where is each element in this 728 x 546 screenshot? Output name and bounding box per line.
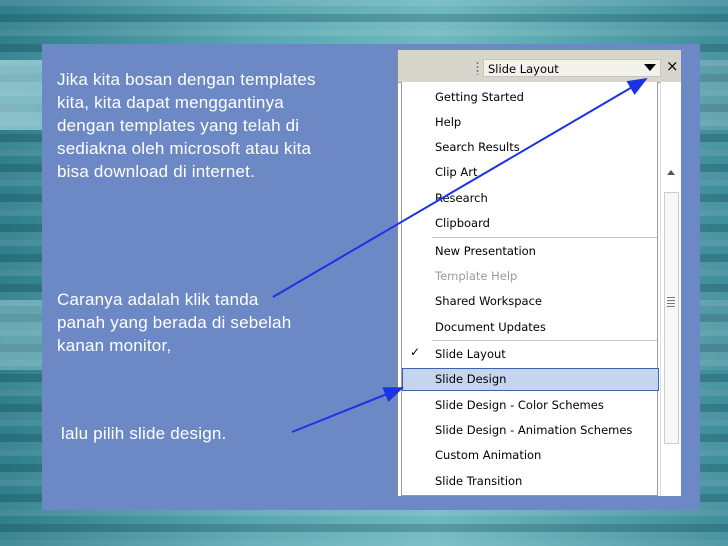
menu-item-slide-transition[interactable]: Slide Transition: [402, 470, 657, 492]
dropdown-selected-label: Slide Layout: [488, 62, 559, 76]
grip-icon: [476, 61, 479, 75]
task-pane-menu: Getting Started Help Search Results Clip…: [401, 82, 659, 496]
menu-separator: [432, 237, 657, 238]
task-pane-scrollbar[interactable]: [660, 82, 681, 496]
menu-item-help[interactable]: Help: [402, 111, 657, 133]
task-pane-dropdown[interactable]: Slide Layout: [483, 59, 661, 77]
paragraph-instruction: Caranya adalah klik tanda panah yang ber…: [57, 290, 292, 355]
menu-item-slide-layout[interactable]: ✓ Slide Layout: [402, 343, 657, 365]
menu-item-clip-art[interactable]: Clip Art: [402, 161, 657, 183]
menu-item-custom-animation[interactable]: Custom Animation: [402, 444, 657, 466]
menu-item-research[interactable]: Research: [402, 187, 657, 209]
paragraph-choose-design: lalu pilih slide design.: [61, 424, 227, 443]
menu-item-slide-design-animation-schemes[interactable]: Slide Design - Animation Schemes: [402, 419, 657, 441]
task-pane-screenshot: Slide Layout × Getting Started Help Sear…: [397, 50, 681, 496]
checkmark-icon: ✓: [410, 345, 421, 359]
menu-item-getting-started[interactable]: Getting Started: [402, 86, 657, 108]
menu-item-shared-workspace[interactable]: Shared Workspace: [402, 290, 657, 312]
menu-item-slide-design[interactable]: Slide Design: [402, 368, 659, 391]
dropdown-arrow-icon[interactable]: [644, 64, 656, 71]
scroll-grip-icon: [667, 297, 675, 307]
menu-item-new-presentation[interactable]: New Presentation: [402, 240, 657, 262]
menu-item-slide-design-color-schemes[interactable]: Slide Design - Color Schemes: [402, 394, 657, 416]
close-icon[interactable]: ×: [666, 58, 679, 74]
menu-item-template-help: Template Help: [435, 269, 518, 283]
paragraph-intro: Jika kita bosan dengan templates kita, k…: [57, 70, 316, 181]
scrollbar-thumb[interactable]: [664, 192, 679, 444]
menu-separator: [432, 340, 657, 341]
scroll-up-icon[interactable]: [667, 170, 675, 175]
menu-item-clipboard[interactable]: Clipboard: [402, 212, 657, 234]
task-pane-header: Slide Layout ×: [398, 50, 681, 83]
menu-item-search-results[interactable]: Search Results: [402, 136, 657, 158]
menu-item-document-updates[interactable]: Document Updates: [402, 316, 657, 338]
